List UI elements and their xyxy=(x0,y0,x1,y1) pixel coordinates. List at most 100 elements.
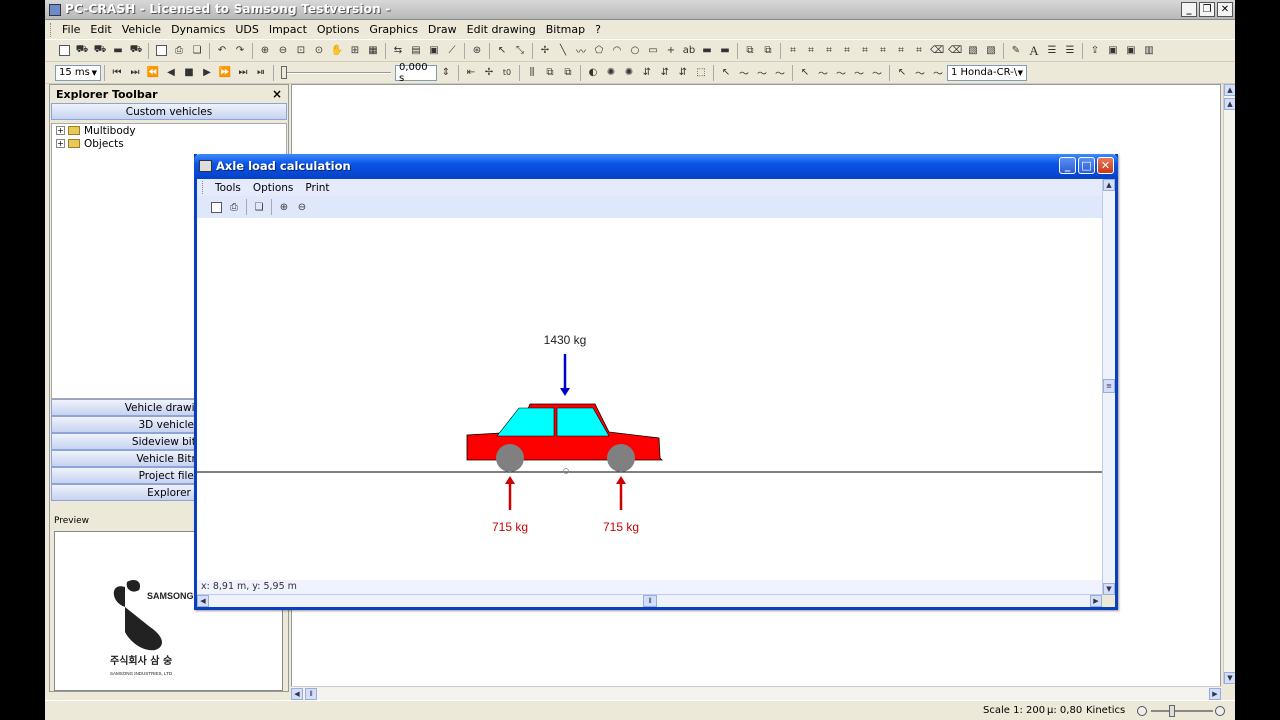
line-icon[interactable]: ╲ xyxy=(556,44,570,58)
pen-icon[interactable]: ✎ xyxy=(1009,44,1023,58)
car-icon[interactable]: ⛟ xyxy=(93,44,107,58)
dialog-scroll-left-icon[interactable]: ◀ xyxy=(197,595,209,607)
tree-item-objects[interactable]: + Objects xyxy=(52,137,286,150)
camera-icon[interactable]: ▣ xyxy=(427,44,441,58)
skip-end-icon[interactable]: ⏭ xyxy=(236,66,250,80)
crash-icon[interactable]: ⧉ xyxy=(543,66,557,80)
dialog-vscroll-thumb[interactable]: ≡ xyxy=(1103,379,1115,393)
mark-start-icon[interactable]: ⇤ xyxy=(464,66,478,80)
print-icon[interactable]: ⎙ xyxy=(227,200,241,214)
preview-icon[interactable] xyxy=(154,44,168,58)
chart-icon[interactable]: ⬚ xyxy=(694,66,708,80)
pan-icon[interactable]: ✋ xyxy=(330,44,344,58)
dialog-close-button[interactable]: ✕ xyxy=(1097,157,1114,174)
polygon-icon[interactable]: ⬠ xyxy=(592,44,606,58)
node-icon[interactable]: ⌗ xyxy=(858,44,872,58)
menu-edit-drawing[interactable]: Edit drawing xyxy=(462,23,541,36)
layer-icon[interactable]: ☰ xyxy=(1045,44,1059,58)
time-slider-thumb[interactable] xyxy=(281,65,287,79)
select-edit-icon[interactable]: ⤡ xyxy=(513,44,527,58)
zoom-out-icon[interactable]: ⊖ xyxy=(276,44,290,58)
t0-icon[interactable]: t0 xyxy=(500,66,514,80)
zoom-all-icon[interactable]: ⊙ xyxy=(312,44,326,58)
trajectory2-icon[interactable]: 〜 xyxy=(834,66,848,80)
zoom-in-icon[interactable]: ⊕ xyxy=(258,44,272,58)
dialog-scroll-right-icon[interactable]: ▶ xyxy=(1090,595,1102,607)
path2-icon[interactable]: 〜 xyxy=(755,66,769,80)
wave2-icon[interactable]: 〜 xyxy=(931,66,945,80)
stop-icon[interactable]: ■ xyxy=(182,66,196,80)
bitmap-load-icon[interactable]: ▣ xyxy=(1106,44,1120,58)
help-icon[interactable]: ⊛ xyxy=(470,44,484,58)
trajectory3-icon[interactable]: 〜 xyxy=(852,66,866,80)
scroll-up-icon[interactable]: ▲ xyxy=(1224,84,1235,96)
vehicle-red-icon[interactable]: ▬ xyxy=(111,44,125,58)
fill-icon[interactable]: ▬ xyxy=(700,44,714,58)
mirror-icon[interactable]: ⌗ xyxy=(840,44,854,58)
menu-bitmap[interactable]: Bitmap xyxy=(541,23,590,36)
minimize-button[interactable]: _ xyxy=(1181,2,1197,17)
impact-icon[interactable]: ✺ xyxy=(604,66,618,80)
text-icon[interactable]: ab xyxy=(682,44,696,58)
print-preview-icon[interactable] xyxy=(209,200,223,214)
impact2-icon[interactable]: ✺ xyxy=(622,66,636,80)
font-icon[interactable]: A xyxy=(1027,43,1041,58)
main-vertical-scrollbar[interactable]: ▲ ▲ ▼ xyxy=(1223,84,1235,684)
explorer-close-button[interactable]: × xyxy=(272,87,282,101)
dialog-minimize-button[interactable]: _ xyxy=(1059,157,1076,174)
zoom-out-icon[interactable] xyxy=(1137,706,1147,716)
zoom-in-icon[interactable]: ⊕ xyxy=(277,200,291,214)
dialog-scroll-up-icon[interactable]: ▲ xyxy=(1103,179,1115,191)
close-button[interactable]: ✕ xyxy=(1217,2,1233,17)
pointer2-icon[interactable]: ↖ xyxy=(798,66,812,80)
axle-load-canvas[interactable]: 1430 kg 715 kg 715 kg xyxy=(197,218,1102,580)
vehicle-select[interactable]: 1 Honda-CR-\ ▼ xyxy=(947,64,1027,81)
time-options-icon[interactable]: ⇕ xyxy=(439,66,453,80)
arrows-icon[interactable]: ⇵ xyxy=(640,66,654,80)
dialog-menu-print[interactable]: Print xyxy=(299,182,335,194)
bitmap-save-icon[interactable]: ▣ xyxy=(1124,44,1138,58)
book-icon[interactable]: ▥ xyxy=(1142,44,1156,58)
rewind-fast-icon[interactable]: ⏮ xyxy=(110,66,124,80)
zoom-extents-icon[interactable]: ⊞ xyxy=(348,44,362,58)
step-back-fast-icon[interactable]: ⏪ xyxy=(146,66,160,80)
rectangle-icon[interactable]: ▭ xyxy=(646,44,660,58)
node-del-icon[interactable]: ⌗ xyxy=(894,44,908,58)
dialog-maximize-button[interactable]: □ xyxy=(1078,157,1095,174)
copy-icon[interactable]: ❏ xyxy=(190,44,204,58)
menu-options[interactable]: Options xyxy=(312,23,364,36)
ungroup-icon[interactable]: ⧉ xyxy=(761,44,775,58)
time-step-select[interactable]: 15 ms ▼ xyxy=(55,64,101,81)
tab-custom-vehicles[interactable]: Custom vehicles xyxy=(51,103,287,120)
time-value-field[interactable]: 0,000 s xyxy=(395,62,437,84)
scroll-left-icon[interactable]: ◀ xyxy=(291,688,303,700)
node-add-icon[interactable]: ⌗ xyxy=(876,44,890,58)
scroll-down-icon[interactable]: ▼ xyxy=(1224,672,1235,684)
dialog-menu-tools[interactable]: Tools xyxy=(209,182,247,194)
arrows2-icon[interactable]: ⇵ xyxy=(658,66,672,80)
menu-file[interactable]: File xyxy=(57,23,85,36)
select-arrow-icon[interactable]: ↖ xyxy=(495,44,509,58)
measure-icon[interactable]: ⟋ xyxy=(445,44,459,58)
align-icon[interactable]: ⇆ xyxy=(391,44,405,58)
play-icon[interactable]: ▶ xyxy=(200,66,214,80)
menu-graphics[interactable]: Graphics xyxy=(364,23,423,36)
tire-icon[interactable]: ◐ xyxy=(586,66,600,80)
print-icon[interactable]: ⎙ xyxy=(172,44,186,58)
image-icon[interactable]: ▧ xyxy=(966,44,980,58)
open-car-icon[interactable]: ⛟ xyxy=(75,44,89,58)
crash2-icon[interactable]: ⧉ xyxy=(561,66,575,80)
grid-icon[interactable]: ▦ xyxy=(366,44,380,58)
wave-icon[interactable]: 〜 xyxy=(913,66,927,80)
expand-icon[interactable]: + xyxy=(56,126,65,135)
expand-icon[interactable]: + xyxy=(56,139,65,148)
scroll-up2-icon[interactable]: ▲ xyxy=(1224,98,1235,110)
mark-point-icon[interactable]: ✢ xyxy=(482,66,496,80)
sequence-icon[interactable]: ⫼ xyxy=(525,66,539,80)
restore-button[interactable]: ❐ xyxy=(1199,2,1215,17)
menu-draw[interactable]: Draw xyxy=(423,23,462,36)
main-horizontal-scrollbar[interactable]: ◀ ⦀ ▶ xyxy=(291,686,1221,700)
circle-icon[interactable]: ○ xyxy=(628,44,642,58)
cross-icon[interactable]: + xyxy=(664,44,678,58)
step-back-icon[interactable]: ◀ xyxy=(164,66,178,80)
